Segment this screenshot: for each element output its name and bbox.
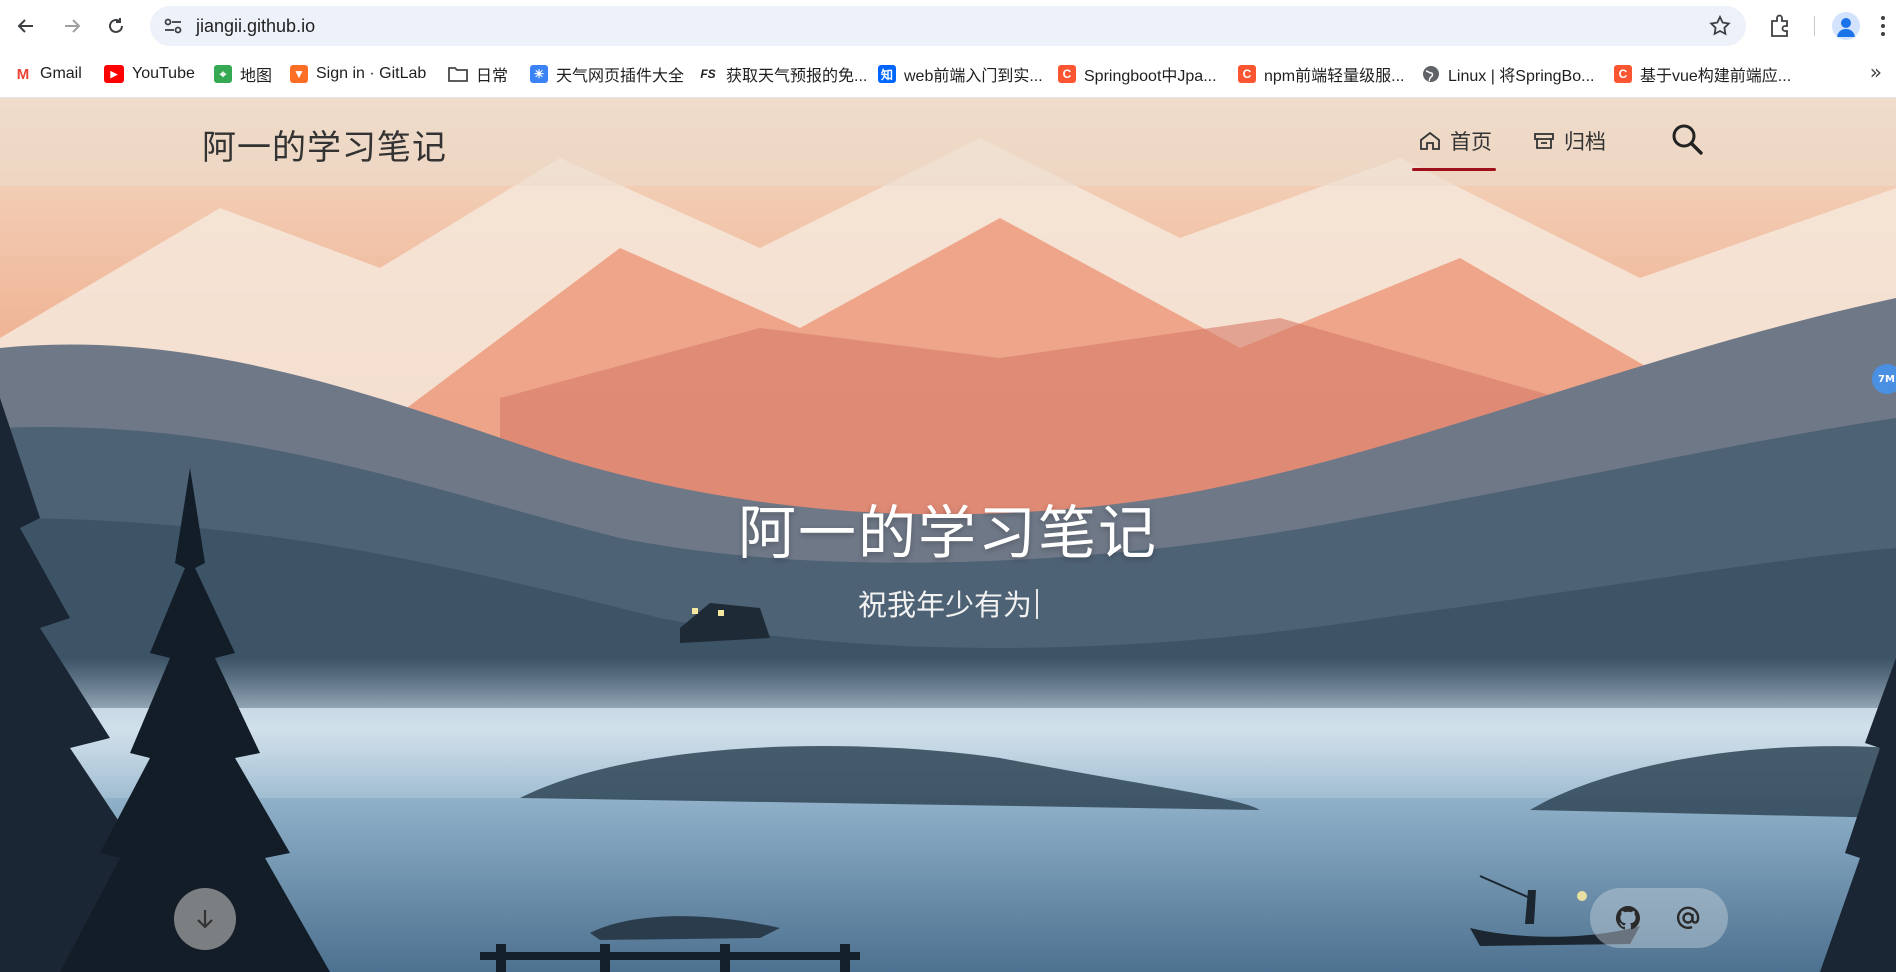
bookmark-star-icon[interactable] — [1708, 14, 1732, 38]
bookmark-springboot-jpa[interactable]: C Springboot中Jpa... — [1058, 62, 1217, 86]
side-floating-badge[interactable]: 7M — [1872, 364, 1896, 394]
nav-home[interactable]: 首页 — [1418, 124, 1492, 158]
youtube-icon: ▶ — [104, 65, 124, 83]
nav-active-indicator — [1412, 168, 1496, 171]
bookmark-label: Linux | 将SpringBo... — [1448, 68, 1595, 85]
arrow-down-icon — [197, 910, 213, 929]
extensions-icon[interactable] — [1766, 12, 1794, 40]
reload-icon — [109, 18, 123, 33]
site-settings-icon[interactable] — [162, 15, 184, 37]
address-bar[interactable]: jiangii.github.io — [150, 6, 1746, 46]
bookmark-label: npm前端轻量级服... — [1264, 68, 1405, 85]
at-sign-icon[interactable] — [1674, 904, 1702, 932]
bookmark-linux-springboot[interactable]: Linux | 将SpringBo... — [1422, 62, 1594, 86]
gmail-icon: M — [14, 65, 32, 83]
bookmark-maps[interactable]: ⌖ 地图 — [214, 62, 272, 86]
bookmarks-overflow-icon[interactable]: » — [1870, 60, 1882, 84]
bookmark-label: web前端入门到实... — [904, 68, 1043, 85]
weather-icon: ☀ — [530, 65, 548, 83]
hero-subtitle-text: 祝我年少有为 — [857, 588, 1032, 622]
csdn-icon: C — [1614, 65, 1632, 83]
bookmark-folder-daily[interactable]: 日常 — [448, 62, 508, 86]
bookmark-label: Sign in · GitLab — [316, 65, 427, 82]
csdn-icon: C — [1058, 65, 1076, 83]
nav-archive-label: 归档 — [1564, 130, 1606, 154]
fs-icon: FS — [698, 65, 718, 83]
browser-toolbar: jiangii.github.io — [0, 0, 1896, 52]
arrow-left-icon — [17, 19, 33, 33]
home-icon — [1420, 131, 1440, 150]
bookmark-label: Springboot中Jpa... — [1084, 68, 1217, 85]
bookmarks-bar: M Gmail ▶ YouTube ⌖ 地图 ▼ Sign in · GitLa… — [0, 52, 1896, 98]
site-title[interactable]: 阿一的学习笔记 — [202, 120, 447, 169]
github-icon[interactable] — [1614, 904, 1642, 932]
url-text[interactable]: jiangii.github.io — [196, 16, 315, 37]
nav-archive[interactable]: 归档 — [1532, 124, 1606, 158]
social-links — [1590, 888, 1728, 948]
globe-icon — [1423, 66, 1439, 82]
bookmark-weather-plugins[interactable]: ☀ 天气网页插件大全 — [530, 62, 684, 86]
bookmark-label: 地图 — [240, 68, 273, 85]
bookmark-gitlab[interactable]: ▼ Sign in · GitLab — [290, 62, 426, 86]
gitlab-icon: ▼ — [290, 65, 308, 83]
more-menu-icon[interactable] — [1880, 14, 1886, 38]
hero-subtitle: 祝我年少有为 — [0, 582, 1896, 624]
person-icon — [1837, 18, 1855, 37]
folder-icon — [448, 67, 468, 82]
zhihu-icon: 知 — [878, 65, 896, 83]
bookmark-youtube[interactable]: ▶ YouTube — [104, 62, 195, 86]
bookmark-label: 基于vue构建前端应... — [1640, 68, 1792, 85]
archive-icon — [1534, 133, 1554, 149]
csdn-icon: C — [1238, 65, 1256, 83]
back-button[interactable] — [10, 10, 42, 42]
bookmark-label: Gmail — [40, 65, 82, 82]
bookmark-web-intro[interactable]: 知 web前端入门到实... — [878, 62, 1043, 86]
arrow-right-icon — [65, 19, 81, 33]
web-page: 阿一的学习笔记 首页 归档 阿一的学习笔记 祝我年少有为 7M — [0, 98, 1896, 972]
bookmark-label: 天气网页插件大全 — [556, 68, 685, 85]
nav-home-label: 首页 — [1450, 130, 1492, 154]
bookmark-vue-frontend[interactable]: C 基于vue构建前端应... — [1614, 62, 1791, 86]
maps-icon: ⌖ — [214, 65, 232, 83]
bookmark-gmail[interactable]: M Gmail — [14, 62, 82, 86]
bookmark-label: YouTube — [132, 65, 195, 82]
reload-button[interactable] — [100, 10, 132, 42]
bookmark-npm-server[interactable]: C npm前端轻量级服... — [1238, 62, 1404, 86]
site-header: 阿一的学习笔记 首页 归档 — [0, 98, 1896, 186]
search-icon[interactable] — [1670, 122, 1704, 156]
bookmark-label: 日常 — [476, 68, 509, 85]
hero-title: 阿一的学习笔记 — [737, 499, 1158, 567]
bookmark-weather-api[interactable]: FS 获取天气预报的免... — [698, 62, 867, 86]
toolbar-divider — [1814, 16, 1815, 36]
scroll-down-button[interactable] — [174, 888, 236, 950]
forward-button[interactable] — [56, 10, 88, 42]
typing-cursor — [1036, 589, 1038, 619]
profile-avatar[interactable] — [1832, 12, 1860, 40]
bookmark-label: 获取天气预报的免... — [726, 68, 868, 85]
